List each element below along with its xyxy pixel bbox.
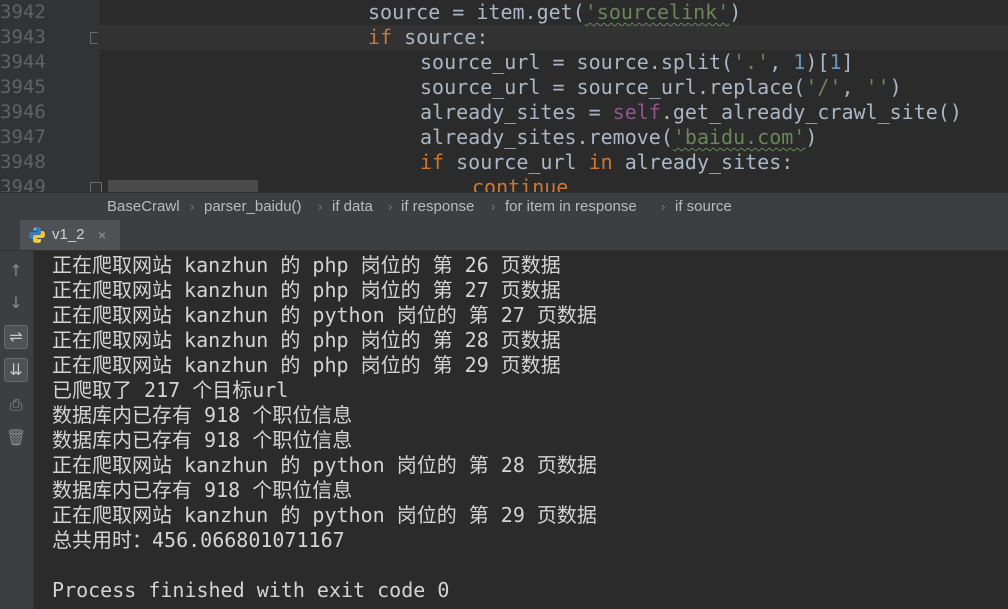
- code-token: source_url = source_url.replace(: [420, 75, 806, 99]
- code-line[interactable]: source_url = source.split('.', 1)[1]: [420, 50, 854, 75]
- console-line: 正在爬取网站 kanzhun 的 python 岗位的 第 27 页数据: [52, 303, 597, 327]
- line-number: 3943: [0, 26, 46, 48]
- code-token: source:: [392, 25, 489, 49]
- code-line[interactable]: if source_url in already_sites:: [420, 150, 793, 175]
- line-number: 3949: [0, 176, 46, 192]
- chevron-right-icon: ›: [318, 199, 323, 214]
- code-token: self: [612, 100, 661, 124]
- console-line: 总共用时：456.066801071167: [52, 528, 345, 552]
- run-tab-label: v1_2: [52, 226, 85, 243]
- code-token: continue: [472, 175, 569, 192]
- code-token: source = item.get(: [368, 0, 585, 24]
- code-line[interactable]: if source:: [368, 25, 488, 50]
- code-token: if: [368, 25, 393, 49]
- code-token: '': [865, 75, 890, 99]
- code-token: 'sourcelink': [584, 0, 730, 24]
- console-line: 已爬取了 217 个目标url: [52, 378, 289, 402]
- chevron-right-icon: ›: [661, 199, 666, 214]
- code-line[interactable]: already_sites = self.get_already_crawl_s…: [420, 100, 962, 125]
- breadcrumb-item[interactable]: if response: [401, 193, 474, 221]
- arrow-down-icon[interactable]: ↓: [4, 291, 28, 315]
- chevron-right-icon: ›: [491, 199, 496, 214]
- code-token: ): [805, 125, 818, 149]
- console-line: 数据库内已存有 918 个职位信息: [52, 403, 353, 427]
- run-tab-bar: v1_2 ×: [0, 220, 1008, 251]
- breadcrumb-item[interactable]: for item in response: [505, 193, 637, 221]
- code-token: source_url: [444, 150, 589, 174]
- python-icon: [29, 227, 45, 243]
- chevron-right-icon: ›: [190, 199, 195, 214]
- breadcrumb-item[interactable]: if source: [675, 193, 732, 221]
- arrow-up-icon[interactable]: ↑: [4, 259, 28, 283]
- run-tab[interactable]: v1_2 ×: [20, 220, 120, 250]
- code-token: .get_already_crawl_site(): [660, 100, 962, 124]
- line-number-gutter: 3942 3943 3944 3945 3946 3947 3948 3949: [0, 0, 102, 192]
- print-icon[interactable]: ⎙: [4, 393, 28, 417]
- line-number: 3944: [0, 51, 46, 73]
- console-line: 正在爬取网站 kanzhun 的 python 岗位的 第 29 页数据: [52, 503, 597, 527]
- console-line: 正在爬取网站 kanzhun 的 php 岗位的 第 26 页数据: [52, 253, 561, 277]
- code-token: already_sites =: [420, 100, 613, 124]
- code-token: 1: [829, 50, 842, 74]
- code-line[interactable]: source = item.get('sourcelink'): [368, 0, 741, 25]
- breadcrumb-item[interactable]: parser_baidu(): [204, 193, 302, 221]
- code-area[interactable]: source = item.get('sourcelink') if sourc…: [106, 0, 1008, 192]
- code-token: in: [588, 150, 613, 174]
- line-number: 3945: [0, 76, 46, 98]
- code-token: if: [420, 150, 445, 174]
- breadcrumb-item[interactable]: if data: [332, 193, 373, 221]
- code-token: ): [889, 75, 902, 99]
- line-number: 3942: [0, 1, 46, 23]
- trash-icon[interactable]: 🗑: [4, 426, 28, 450]
- code-token: )[: [805, 50, 830, 74]
- code-token: '/': [805, 75, 842, 99]
- breadcrumb: BaseCrawl › parser_baidu() › if data › i…: [0, 192, 1008, 221]
- run-toolbar: ↑ ↓ ⇌ ⇊ ⎙ 🗑: [0, 251, 34, 609]
- code-token: source_url = source.split(: [420, 50, 734, 74]
- console-line: 数据库内已存有 918 个职位信息: [52, 428, 353, 452]
- code-line[interactable]: continue: [472, 175, 568, 192]
- console-line: 正在爬取网站 kanzhun 的 php 岗位的 第 29 页数据: [52, 353, 561, 377]
- code-token: 1: [793, 50, 806, 74]
- console-line: 正在爬取网站 kanzhun 的 php 岗位的 第 28 页数据: [52, 328, 561, 352]
- code-token: ,: [769, 50, 794, 74]
- code-token: already_sites:: [612, 150, 794, 174]
- console-line: 正在爬取网站 kanzhun 的 php 岗位的 第 27 页数据: [52, 278, 561, 302]
- console-line: Process finished with exit code 0: [52, 578, 450, 602]
- console-output[interactable]: 正在爬取网站 kanzhun 的 php 岗位的 第 26 页数据 正在爬取网站…: [34, 251, 1008, 609]
- code-token: already_sites.remove(: [420, 125, 673, 149]
- scroll-to-end-icon[interactable]: ⇊: [4, 358, 28, 382]
- line-number: 3948: [0, 151, 46, 173]
- soft-wrap-icon[interactable]: ⇌: [4, 325, 28, 349]
- code-token: 'baidu.com': [672, 125, 806, 149]
- code-editor[interactable]: 3942 3943 3944 3945 3946 3947 3948 3949 …: [0, 0, 1008, 192]
- code-token: '.': [733, 50, 770, 74]
- breadcrumb-item[interactable]: BaseCrawl: [107, 193, 180, 221]
- code-token: ,: [841, 75, 866, 99]
- code-token: ]: [841, 50, 854, 74]
- horizontal-scrollbar[interactable]: [108, 180, 258, 192]
- console-line: 正在爬取网站 kanzhun 的 python 岗位的 第 28 页数据: [52, 453, 597, 477]
- line-number: 3947: [0, 126, 46, 148]
- code-token: ): [729, 0, 742, 24]
- chevron-right-icon: ›: [388, 199, 393, 214]
- console-line: 数据库内已存有 918 个职位信息: [52, 478, 353, 502]
- code-line[interactable]: already_sites.remove('baidu.com'): [420, 125, 817, 150]
- line-number: 3946: [0, 101, 46, 123]
- fold-marker-icon[interactable]: [90, 182, 102, 192]
- close-icon[interactable]: ×: [98, 220, 106, 250]
- code-line[interactable]: source_url = source_url.replace('/', ''): [420, 75, 902, 100]
